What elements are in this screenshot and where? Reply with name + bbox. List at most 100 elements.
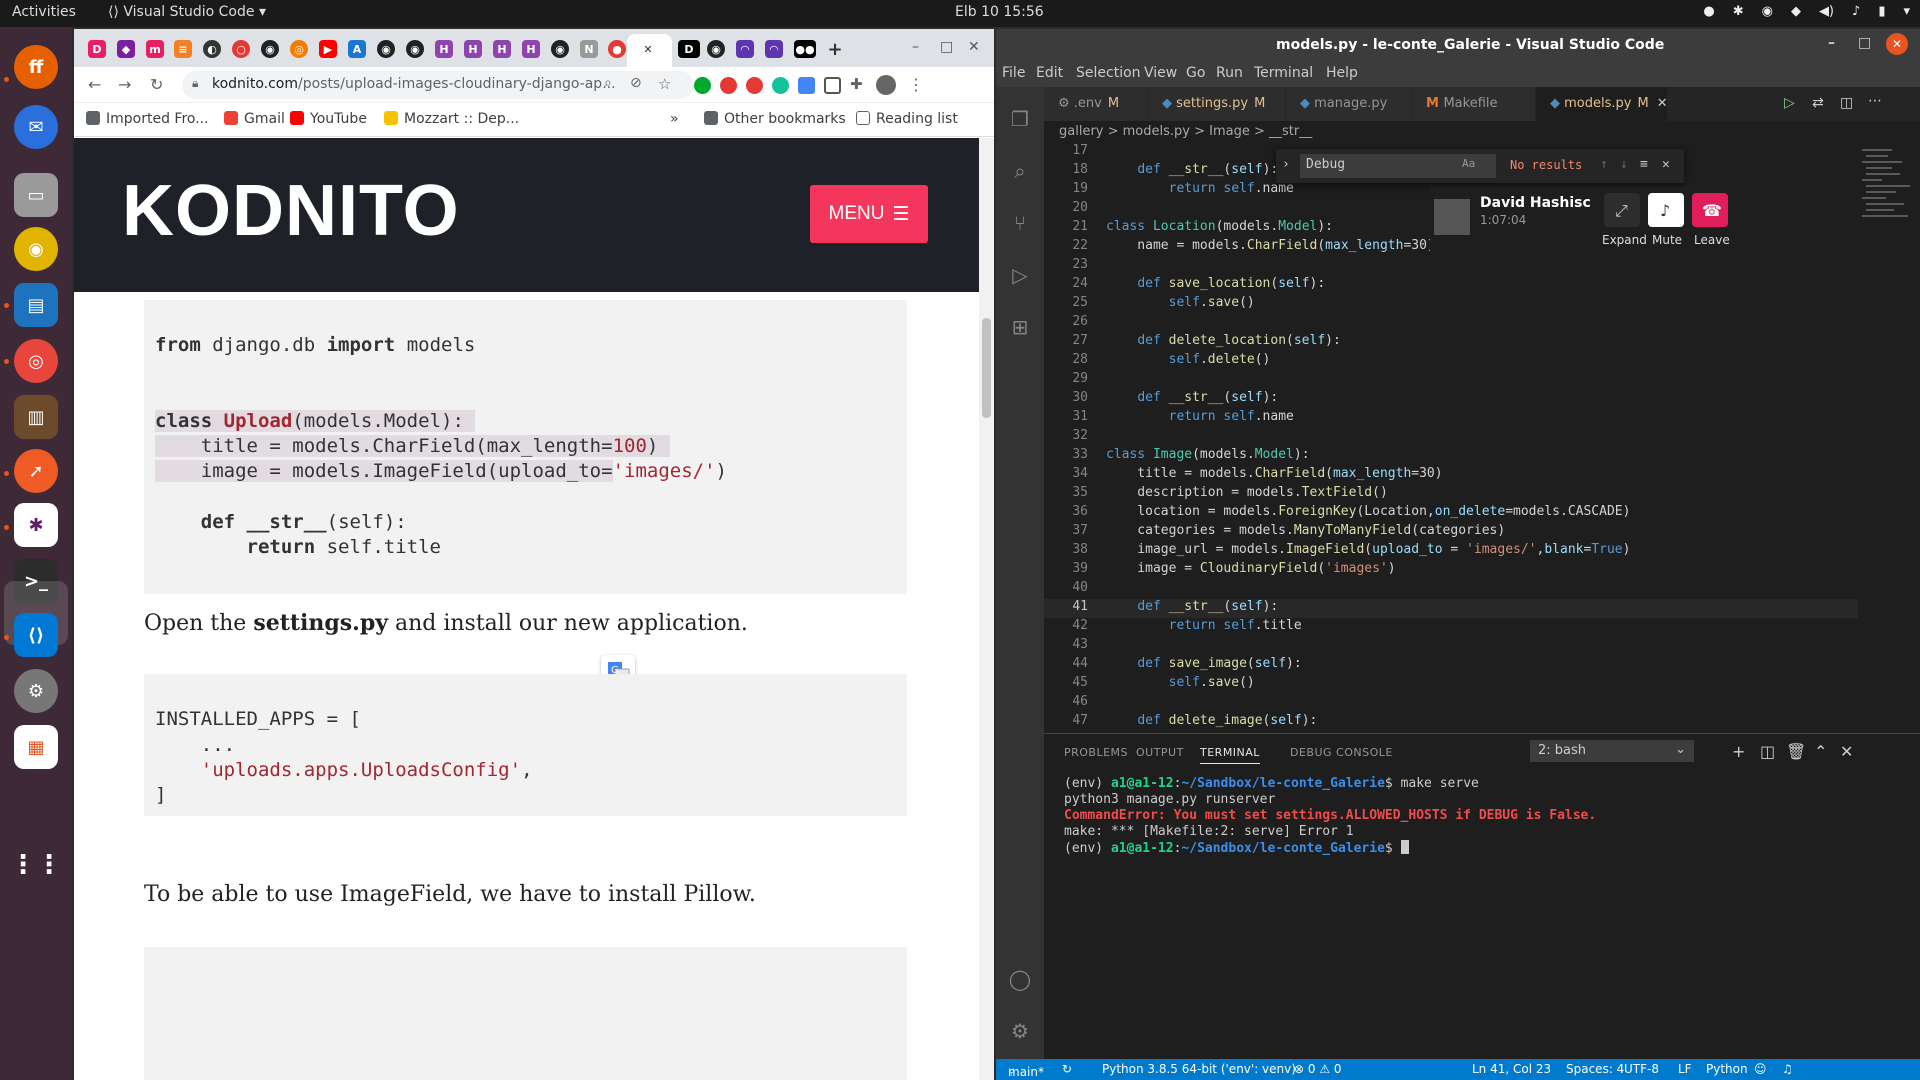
github-tab-icon[interactable]: ◉ (406, 40, 424, 58)
postman-icon[interactable]: ➚ (14, 449, 58, 493)
eye-off-icon[interactable]: ⊘ (630, 75, 642, 91)
tab-favicon-icon[interactable]: ◆ (117, 40, 135, 58)
find-in-selection-icon[interactable]: ≡ (1640, 157, 1648, 172)
close-find-icon[interactable]: ✕ (1662, 157, 1670, 172)
tab-favicon-icon[interactable]: ◐ (203, 40, 221, 58)
toggle-replace-icon[interactable]: › (1282, 157, 1290, 172)
close-panel-icon[interactable]: ✕ (1840, 742, 1853, 761)
battery-icon[interactable]: ▮ (1878, 4, 1885, 19)
maximize-panel-icon[interactable]: ⌃ (1814, 742, 1827, 761)
python-interpreter[interactable]: Python 3.8.5 64-bit ('env': venv) (1102, 1062, 1296, 1076)
tab-favicon-icon[interactable]: N (580, 40, 598, 58)
power-menu-icon[interactable]: ▾ (1903, 4, 1910, 19)
youtube-tab-icon[interactable]: ▶ (319, 40, 337, 58)
tab-favicon-icon[interactable]: m (146, 40, 164, 58)
tab-favicon-icon[interactable]: ◠ (765, 40, 783, 58)
maximize-icon[interactable]: □ (1858, 35, 1871, 51)
manage-gear-icon[interactable]: ⚙ (1008, 1019, 1032, 1043)
close-window-icon[interactable]: ✕ (968, 39, 980, 55)
translate-extension-icon[interactable] (798, 77, 815, 94)
dev-to-tab-icon[interactable]: D (678, 40, 700, 58)
menu-selection[interactable]: Selection (1076, 65, 1141, 81)
thunderbird-icon[interactable]: ✉ (14, 105, 58, 149)
close-window-icon[interactable]: ✕ (1886, 33, 1908, 55)
chrome-tray-icon[interactable]: ● (1703, 4, 1714, 19)
tab-problems[interactable]: PROBLEMS (1064, 746, 1128, 759)
bookmark-imported[interactable]: Imported Fro... (86, 111, 209, 127)
previous-match-icon[interactable]: ↑ (1600, 157, 1608, 172)
sync-icon[interactable]: ↻ (1062, 1062, 1072, 1076)
evernote-extension-icon[interactable] (694, 77, 711, 94)
bookmark-mozzart[interactable]: Mozzart :: Dep... (384, 111, 519, 127)
bookmark-youtube[interactable]: YouTube (290, 111, 367, 127)
profile-avatar[interactable] (876, 75, 896, 95)
kill-terminal-icon[interactable]: 🗑︎ (1786, 742, 1806, 761)
tab-favicon-icon[interactable]: ● (608, 40, 626, 58)
reading-list-button[interactable]: Reading list (856, 111, 958, 127)
github-tab-icon[interactable]: ◉ (261, 40, 279, 58)
run-file-icon[interactable]: ▷ (1784, 95, 1795, 111)
new-tab-icon[interactable]: + (826, 39, 844, 60)
extensions-puzzle-icon[interactable]: ✚ (850, 75, 863, 93)
terminal-output[interactable]: (env) a1@a1-12:~/Sandbox/le-conte_Galeri… (1064, 776, 1596, 856)
more-actions-icon[interactable]: ⋯ (1868, 93, 1882, 109)
kebab-menu-icon[interactable]: ⋮ (908, 75, 924, 94)
terminal-select[interactable]: 2: bash ⌄ (1530, 740, 1694, 762)
calendar-icon[interactable]: ▦ (14, 725, 58, 769)
tab-favicon-icon[interactable]: ◎ (290, 40, 308, 58)
rhythmbox-icon[interactable]: ◉ (14, 227, 58, 271)
address-bar[interactable]: 🔒︎ kodnito.com/posts/upload-images-cloud… (182, 71, 694, 99)
split-terminal-icon[interactable]: ◫ (1760, 742, 1775, 761)
stackoverflow-tab-icon[interactable]: ≡ (174, 40, 192, 58)
tab-debug-console[interactable]: DEBUG CONSOLE (1290, 746, 1393, 759)
tab-makefile[interactable]: M Makefile (1412, 87, 1536, 121)
slack-tray-icon[interactable]: ✱ (1733, 4, 1744, 19)
minimap[interactable] (1858, 143, 1920, 733)
tab-favicon-icon[interactable]: H (435, 40, 453, 58)
apps-grid-icon[interactable]: ⋮⋮ (10, 843, 62, 887)
tab-env[interactable]: ⚙ .env M (1044, 87, 1148, 121)
pocket-extension-icon[interactable] (824, 77, 841, 94)
github-tab-icon[interactable]: ◉ (551, 40, 569, 58)
breadcrumb[interactable]: gallery > models.py > Image > __str__ (1044, 121, 1920, 143)
medium-tab-icon[interactable]: ●● (794, 40, 816, 58)
tab-settings-py[interactable]: ◆ settings.py M (1148, 87, 1286, 121)
maximize-icon[interactable]: □ (940, 39, 953, 55)
tab-favicon-icon[interactable]: H (493, 40, 511, 58)
tab-favicon-icon[interactable]: H (464, 40, 482, 58)
menu-edit[interactable]: Edit (1036, 65, 1063, 81)
language-mode[interactable]: Python (1706, 1062, 1748, 1076)
minimize-icon[interactable]: – (912, 39, 919, 55)
accounts-icon[interactable]: ◯ (1008, 967, 1032, 991)
grammarly-extension-icon[interactable] (772, 77, 789, 94)
tab-favicon-icon[interactable]: D (88, 40, 106, 58)
settings-icon[interactable]: ⚙ (14, 669, 58, 713)
clock[interactable]: Elb 10 15:56 (955, 4, 1044, 20)
page-scrollbar[interactable] (979, 138, 994, 1080)
menu-run[interactable]: Run (1216, 65, 1243, 81)
bookmarks-overflow-button[interactable]: » (670, 111, 679, 127)
split-editor-icon[interactable]: ◫ (1840, 95, 1853, 111)
scrollbar-thumb[interactable] (982, 318, 991, 418)
run-debug-icon[interactable]: ▷ (1008, 263, 1032, 287)
ublock-extension-icon[interactable] (720, 77, 737, 94)
menu-file[interactable]: File (1002, 65, 1025, 81)
bookmark-gmail[interactable]: Gmail (224, 111, 285, 127)
menu-help[interactable]: Help (1326, 65, 1358, 81)
extensions-icon[interactable]: ⊞ (1008, 315, 1032, 339)
menu-button[interactable]: MENU ☰ (810, 185, 928, 243)
tab-favicon-icon[interactable]: H (522, 40, 540, 58)
tab-favicon-icon[interactable]: ○ (232, 40, 250, 58)
match-case-icon[interactable]: Aa (1462, 157, 1475, 170)
close-tab-icon[interactable]: ✕ (1657, 96, 1668, 111)
calibre-icon[interactable]: ▥ (14, 395, 58, 439)
chrome-icon[interactable]: ◎ (14, 339, 58, 383)
end-of-line[interactable]: LF (1678, 1062, 1692, 1076)
leave-call-button[interactable]: ☎ (1692, 193, 1728, 227)
vscode-icon[interactable]: ⟨⟩ (14, 613, 58, 657)
tab-favicon-icon[interactable]: A (348, 40, 366, 58)
tab-favicon-icon[interactable]: ◠ (736, 40, 754, 58)
zoom-icon[interactable]: ⌕ (604, 75, 612, 91)
feedback-icon[interactable]: ☺ (1754, 1062, 1767, 1076)
mute-button[interactable]: ♪ (1648, 193, 1684, 227)
